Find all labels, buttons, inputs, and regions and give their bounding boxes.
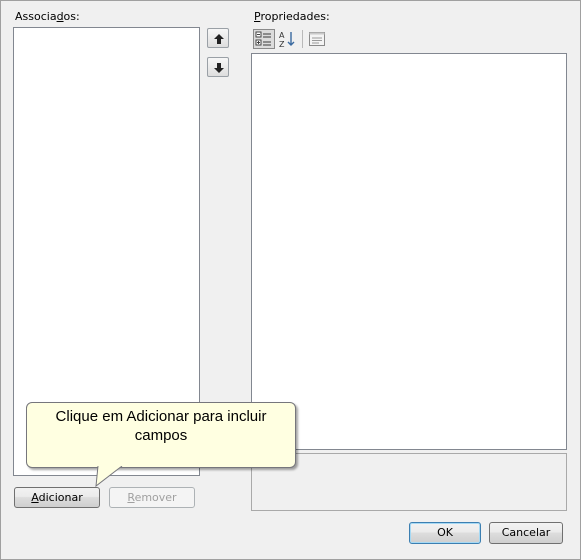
svg-text:A: A (279, 31, 285, 40)
move-down-button[interactable] (207, 57, 229, 77)
tooltip-line-2: campos (134, 427, 188, 444)
alphabetical-button[interactable]: A Z (277, 29, 297, 49)
move-up-button[interactable] (207, 28, 229, 48)
toolbar-separator (302, 30, 303, 48)
property-pages-button[interactable] (307, 29, 327, 49)
categorized-button[interactable] (253, 29, 275, 49)
property-pages-icon (309, 32, 325, 46)
tooltip-balloon: Clique em Adicionar para incluir campos (26, 402, 296, 468)
propriedades-label: Propriedades: (254, 10, 330, 23)
arrow-up-icon (214, 34, 224, 44)
remover-button: Remover (109, 487, 195, 508)
categorized-icon (255, 31, 271, 46)
svg-text:Z: Z (279, 40, 285, 49)
cancelar-button[interactable]: Cancelar (489, 522, 563, 544)
arrow-down-icon (214, 63, 224, 73)
adicionar-button[interactable]: Adicionar (14, 487, 100, 508)
tooltip-tail (95, 466, 123, 488)
property-grid[interactable] (251, 53, 567, 450)
tooltip-line-1: Clique em Adicionar para incluir (55, 408, 267, 425)
ok-button[interactable]: OK (409, 522, 481, 544)
associados-label: Associados: (15, 10, 80, 23)
property-description-pane (251, 453, 567, 511)
sort-az-icon: A Z (279, 31, 295, 49)
